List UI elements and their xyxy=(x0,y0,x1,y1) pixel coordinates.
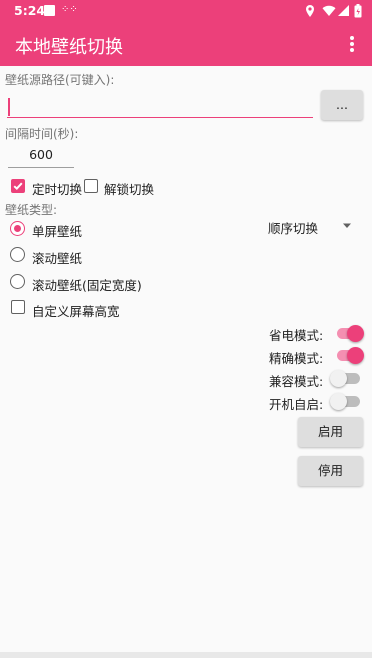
radio-single-screen-label[interactable]: 单屏壁纸 xyxy=(32,221,82,240)
dropdown-arrow-icon xyxy=(343,223,351,228)
wallpaper-type-label: 壁纸类型: xyxy=(5,203,58,217)
disable-button[interactable]: 停用 xyxy=(298,456,363,486)
text-caret xyxy=(8,98,10,116)
switch-thumb xyxy=(330,393,347,410)
navigation-bar-edge xyxy=(0,652,372,658)
timed-switch-checkbox[interactable] xyxy=(11,179,25,193)
power-saving-label: 省电模式: xyxy=(269,328,324,343)
compat-mode-label: 兼容模式: xyxy=(269,374,324,389)
radio-scrolling[interactable] xyxy=(10,247,25,262)
path-label: 壁纸源路径(可键入): xyxy=(5,73,115,87)
notification-small-icon: ⁘⁘ xyxy=(61,4,78,15)
switch-thumb xyxy=(347,347,364,364)
switch-thumb xyxy=(330,370,347,387)
autostart-switch[interactable] xyxy=(330,392,362,410)
order-select-value: 顺序切换 xyxy=(268,221,319,236)
radio-scrolling-fixed-width[interactable] xyxy=(10,274,25,289)
switch-thumb xyxy=(347,325,364,342)
compat-mode-switch[interactable] xyxy=(330,369,362,387)
path-input[interactable] xyxy=(7,95,313,118)
custom-screen-checkbox[interactable] xyxy=(11,300,25,314)
notification-icon xyxy=(44,5,55,16)
interval-input[interactable]: 600 xyxy=(8,147,74,168)
status-bar: 5:24 ⁘⁘ xyxy=(0,0,372,22)
app-title: 本地壁纸切换 xyxy=(15,37,123,58)
interval-label: 间隔时间(秒): xyxy=(5,127,79,141)
more-vert-icon[interactable] xyxy=(346,32,358,56)
browse-button[interactable]: ... xyxy=(321,90,363,120)
precise-mode-switch[interactable] xyxy=(334,346,366,364)
wifi-icon xyxy=(322,5,336,16)
radio-single-screen[interactable] xyxy=(10,221,25,236)
unlock-switch-label[interactable]: 解锁切换 xyxy=(104,179,154,198)
timed-switch-label[interactable]: 定时切换 xyxy=(32,179,82,198)
enable-button[interactable]: 启用 xyxy=(298,417,363,447)
status-time: 5:24 xyxy=(14,3,46,18)
location-icon xyxy=(306,5,314,17)
app-bar: 本地壁纸切换 xyxy=(0,22,372,66)
power-saving-switch[interactable] xyxy=(334,324,366,342)
cell-signal-icon xyxy=(338,5,349,16)
precise-mode-label: 精确模式: xyxy=(269,351,324,366)
unlock-switch-checkbox[interactable] xyxy=(84,179,98,193)
check-icon xyxy=(13,182,23,191)
checkbox-box xyxy=(11,179,25,193)
radio-scrolling-label[interactable]: 滚动壁纸 xyxy=(32,248,82,267)
autostart-label: 开机自启: xyxy=(269,397,324,412)
radio-scrolling-fixed-width-label[interactable]: 滚动壁纸(固定宽度) xyxy=(32,275,142,294)
order-select[interactable]: 顺序切换 xyxy=(258,212,358,240)
battery-icon xyxy=(354,4,362,18)
custom-screen-label[interactable]: 自定义屏幕高宽 xyxy=(32,301,120,320)
